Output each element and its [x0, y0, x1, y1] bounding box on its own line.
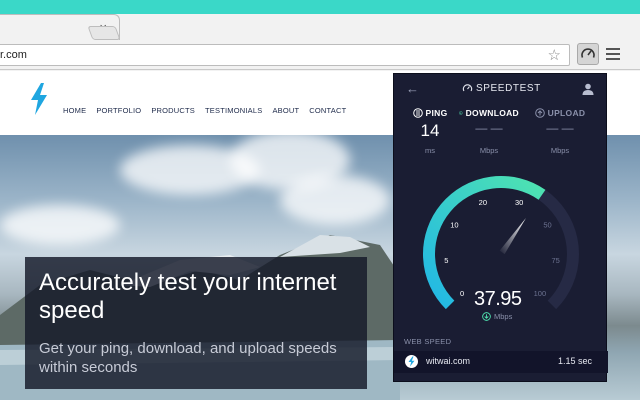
nav-link-home[interactable]: HOME [63, 106, 86, 115]
current-speed-value: 37.95 [474, 288, 522, 310]
nav-link-about[interactable]: ABOUT [272, 106, 299, 115]
web-speed-label: WEB SPEED [404, 337, 452, 346]
new-tab-button[interactable] [87, 26, 121, 40]
hero-card: Accurately test your internet speed Get … [25, 257, 367, 389]
site-nav-links: HOME PORTFOLIO PRODUCTS TESTIMONIALS ABO… [63, 106, 346, 115]
current-speed-unit: Mbps [482, 312, 512, 321]
gauge-tick-label: 20 [479, 198, 487, 207]
hero-title: Accurately test your internet speed [39, 269, 337, 324]
gauge-needle [499, 217, 527, 255]
nav-link-portfolio[interactable]: PORTFOLIO [96, 106, 141, 115]
user-icon[interactable] [582, 83, 594, 95]
upload-label: UPLOAD [547, 108, 586, 118]
web-speed-time: 1.15 sec [557, 356, 592, 366]
address-bar-url: r.com [0, 49, 27, 61]
gauge-tick-label: 10 [450, 221, 458, 230]
gauge-tick-label: 75 [551, 256, 559, 265]
web-speed-host: witwai.com [426, 356, 471, 366]
speedtest-brand: SPEEDTEST [462, 83, 541, 94]
web-speed-row[interactable]: witwai.com 1.15 sec [394, 351, 608, 373]
popup-header: ← SPEEDTEST [394, 74, 608, 104]
upload-icon [534, 108, 545, 118]
nav-link-contact[interactable]: CONTACT [309, 106, 346, 115]
gauge-tick-label: 5 [444, 256, 448, 265]
ping-label: PING [425, 108, 448, 118]
gauge-tick-label: 100 [534, 289, 547, 298]
browser-toolbar: r.com ☆ [0, 40, 640, 70]
browser-menu-icon[interactable] [606, 48, 620, 60]
gauge-tick-label: 30 [515, 198, 523, 207]
address-bar[interactable]: r.com ☆ [0, 44, 570, 66]
current-speed-unit-label: Mbps [494, 312, 513, 321]
speedtest-logo-icon [462, 84, 473, 92]
bookmark-star-icon[interactable]: ☆ [548, 46, 561, 64]
gauge-tick-label: 0 [460, 289, 464, 298]
download-value: — — [475, 121, 503, 135]
download-small-icon [482, 312, 491, 321]
speedometer-icon [581, 48, 595, 58]
download-label: DOWNLOAD [465, 108, 519, 118]
nav-link-testimonials[interactable]: TESTIMONIALS [205, 106, 262, 115]
nav-link-products[interactable]: PRODUCTS [151, 106, 195, 115]
download-unit: Mbps [479, 146, 499, 155]
hero-subtitle: Get your ping, download, and upload spee… [39, 340, 337, 376]
gauge-tick-label: 50 [543, 221, 551, 230]
speedtest-extension-button[interactable] [577, 43, 599, 65]
website-favicon-icon [405, 355, 418, 368]
upload-metric: UPLOAD — — Mbps [530, 108, 590, 155]
download-icon [459, 111, 463, 115]
lightning-logo-icon [31, 83, 47, 115]
ping-unit: ms [425, 146, 435, 155]
back-arrow-icon[interactable]: ← [406, 81, 419, 96]
ping-metric: PING 14 ms [400, 108, 460, 155]
ping-value: 14 [420, 121, 440, 140]
speedtest-title: SPEEDTEST [476, 83, 541, 94]
upload-value: — — [546, 121, 574, 135]
download-metric: DOWNLOAD — — Mbps [459, 108, 519, 155]
upload-unit: Mbps [550, 146, 570, 155]
speedtest-popup: ← SPEEDTEST PING 14 ms DOWNLOAD — — Mbps… [393, 73, 608, 382]
ping-icon [412, 108, 423, 118]
